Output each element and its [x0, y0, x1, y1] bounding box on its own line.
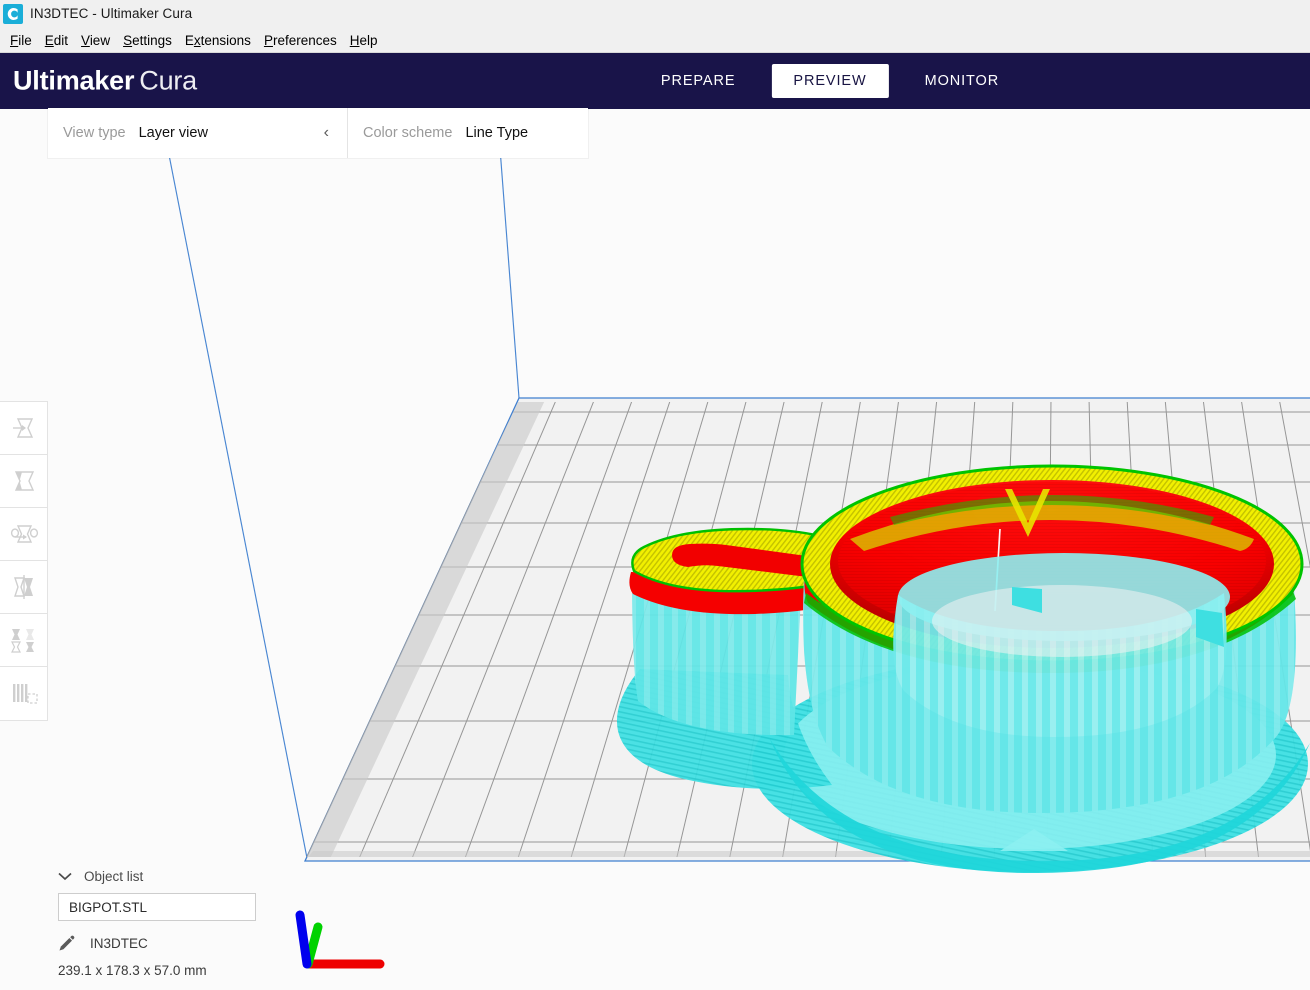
tab-preview[interactable]: PREVIEW	[771, 64, 888, 98]
3d-viewport[interactable]	[0, 109, 1310, 990]
list-item[interactable]: BIGPOT.STL	[58, 893, 256, 921]
scene-canvas[interactable]	[0, 109, 1310, 990]
menu-help[interactable]: Help	[344, 31, 385, 50]
brand-cura: Cura	[139, 66, 197, 96]
menu-settings[interactable]: Settings	[117, 31, 179, 50]
menu-file[interactable]: File	[4, 31, 39, 50]
color-scheme-value[interactable]: Line Type	[465, 125, 528, 141]
menu-extensions[interactable]: Extensions	[179, 31, 258, 50]
per-model-settings-icon	[9, 626, 39, 654]
tool-column	[0, 401, 48, 721]
object-list-title: Object list	[84, 869, 143, 884]
menu-view[interactable]: View	[75, 31, 117, 50]
view-settings-panel: View type Layer view ‹ Color scheme Line…	[48, 108, 588, 158]
object-owner-name: IN3DTEC	[90, 936, 148, 951]
object-owner-row: IN3DTEC	[58, 935, 380, 952]
color-scheme-label: Color scheme	[363, 125, 452, 141]
brand-ultimaker: Ultimaker	[13, 66, 134, 96]
object-list-panel: Object list BIGPOT.STL IN3DTEC 239.1 x 1…	[0, 869, 380, 990]
cura-logo-icon	[3, 4, 23, 24]
scale-tool-button[interactable]	[0, 455, 47, 508]
mirror-icon	[10, 573, 38, 601]
scale-icon	[10, 467, 38, 495]
per-model-settings-tool-button[interactable]	[0, 614, 47, 667]
stage-tabs: PREPARE PREVIEW MONITOR	[639, 53, 1021, 109]
move-tool-button[interactable]	[0, 402, 47, 455]
tab-prepare[interactable]: PREPARE	[639, 64, 758, 98]
app-header: UltimakerCura PREPARE PREVIEW MONITOR	[0, 53, 1310, 109]
view-type-section: View type Layer view ‹	[48, 108, 348, 158]
app-brand: UltimakerCura	[13, 66, 197, 97]
object-list-header[interactable]: Object list	[58, 869, 380, 884]
chevron-left-icon[interactable]: ‹	[324, 125, 333, 141]
move-icon	[10, 414, 38, 442]
support-blocker-icon	[9, 680, 39, 708]
object-dimensions: 239.1 x 178.3 x 57.0 mm	[58, 963, 380, 978]
pencil-icon[interactable]	[58, 935, 80, 952]
window-title: IN3DTEC - Ultimaker Cura	[30, 6, 192, 21]
rotate-icon	[9, 520, 39, 548]
chevron-down-icon[interactable]	[58, 870, 78, 883]
menu-edit[interactable]: Edit	[39, 31, 75, 50]
menu-bar: File Edit View Settings Extensions Prefe…	[0, 28, 1310, 53]
window-titlebar: IN3DTEC - Ultimaker Cura	[0, 0, 1310, 28]
view-type-label: View type	[63, 125, 126, 141]
pot-inner-support-hole	[932, 585, 1192, 657]
view-type-value[interactable]: Layer view	[139, 125, 208, 141]
mirror-tool-button[interactable]	[0, 561, 47, 614]
color-scheme-section: Color scheme Line Type	[348, 108, 588, 158]
rotate-tool-button[interactable]	[0, 508, 47, 561]
tab-monitor[interactable]: MONITOR	[903, 64, 1022, 98]
support-blocker-tool-button[interactable]	[0, 667, 47, 720]
menu-preferences[interactable]: Preferences	[258, 31, 344, 50]
